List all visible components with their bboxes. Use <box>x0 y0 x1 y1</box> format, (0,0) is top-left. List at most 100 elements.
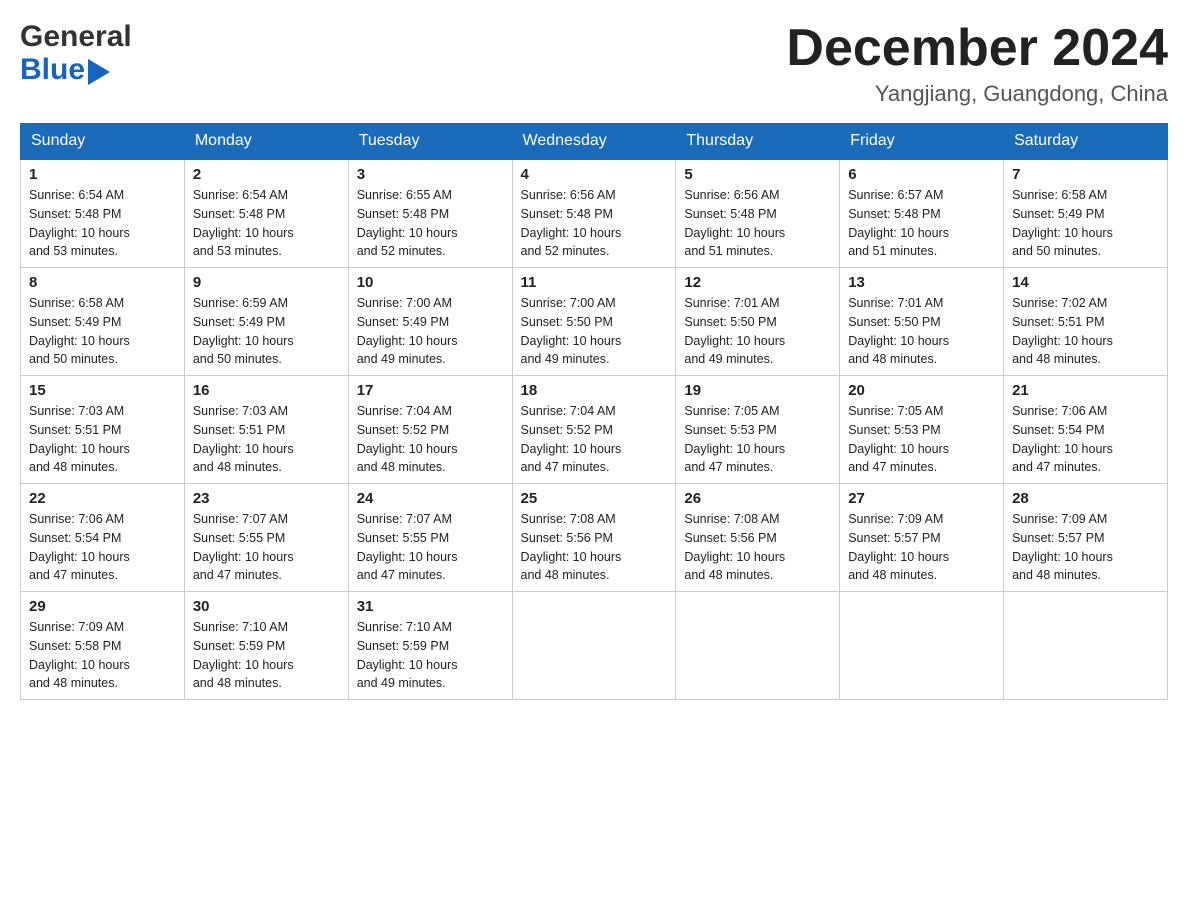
calendar-cell: 29Sunrise: 7:09 AM Sunset: 5:58 PM Dayli… <box>21 592 185 700</box>
day-info: Sunrise: 6:58 AM Sunset: 5:49 PM Dayligh… <box>1012 186 1159 261</box>
calendar-cell: 22 Sunrise: 7:06 AM Sunset: 5:54 PM Dayli… <box>21 484 185 592</box>
day-number: 28 <box>1012 490 1159 507</box>
day-number: 31 <box>357 598 504 615</box>
day-info: Sunrise: 7:08 AM Sunset: 5:56 PM Dayligh… <box>521 510 668 585</box>
day-info: Sunrise: 7:01 AM Sunset: 5:50 PM Dayligh… <box>848 294 995 369</box>
month-title: December 2024 <box>786 20 1168 77</box>
day-number: 15 <box>29 382 176 399</box>
calendar-cell: 6Sunrise: 6:57 AM Sunset: 5:48 PM Daylig… <box>840 159 1004 268</box>
day-number: 7 <box>1012 166 1159 183</box>
calendar-cell: 11 Sunrise: 7:00 AM Sunset: 5:50 PM Dayli… <box>512 268 676 376</box>
calendar-cell: 19 Sunrise: 7:05 AM Sunset: 5:53 PM Dayli… <box>676 376 840 484</box>
day-info: Sunrise: 7:09 AM Sunset: 5:57 PM Dayligh… <box>1012 510 1159 585</box>
calendar-cell: 2 Sunrise: 6:54 AM Sunset: 5:48 PM Daylig… <box>184 159 348 268</box>
day-info: Sunrise: 7:01 AM Sunset: 5:50 PM Dayligh… <box>684 294 831 369</box>
day-number: 23 <box>193 490 340 507</box>
day-number: 2 <box>193 166 340 183</box>
title-section: December 2024 Yangjiang, Guangdong, Chin… <box>786 20 1168 107</box>
day-info: Sunrise: 6:56 AM Sunset: 5:48 PM Dayligh… <box>521 186 668 261</box>
calendar-cell: 20 Sunrise: 7:05 AM Sunset: 5:53 PM Dayli… <box>840 376 1004 484</box>
day-info: Sunrise: 7:07 AM Sunset: 5:55 PM Dayligh… <box>193 510 340 585</box>
day-info: Sunrise: 7:09 AM Sunset: 5:58 PM Dayligh… <box>29 618 176 693</box>
calendar-header-thursday: Thursday <box>676 124 840 160</box>
calendar-cell: 27 Sunrise: 7:09 AM Sunset: 5:57 PM Dayli… <box>840 484 1004 592</box>
day-number: 27 <box>848 490 995 507</box>
day-number: 25 <box>521 490 668 507</box>
calendar-header-tuesday: Tuesday <box>348 124 512 160</box>
calendar-cell: 30Sunrise: 7:10 AM Sunset: 5:59 PM Dayli… <box>184 592 348 700</box>
calendar-header-monday: Monday <box>184 124 348 160</box>
day-number: 4 <box>521 166 668 183</box>
logo-text: General Blue <box>20 20 132 86</box>
calendar-cell: 26 Sunrise: 7:08 AM Sunset: 5:56 PM Dayli… <box>676 484 840 592</box>
calendar-header-friday: Friday <box>840 124 1004 160</box>
calendar-cell: 1Sunrise: 6:54 AM Sunset: 5:48 PM Daylig… <box>21 159 185 268</box>
day-number: 5 <box>684 166 831 183</box>
calendar-cell: 12 Sunrise: 7:01 AM Sunset: 5:50 PM Dayli… <box>676 268 840 376</box>
day-number: 20 <box>848 382 995 399</box>
day-number: 12 <box>684 274 831 291</box>
calendar-cell: 8 Sunrise: 6:58 AM Sunset: 5:49 PM Daylig… <box>21 268 185 376</box>
calendar-cell: 24 Sunrise: 7:07 AM Sunset: 5:55 PM Dayli… <box>348 484 512 592</box>
day-info: Sunrise: 7:00 AM Sunset: 5:49 PM Dayligh… <box>357 294 504 369</box>
day-info: Sunrise: 7:10 AM Sunset: 5:59 PM Dayligh… <box>357 618 504 693</box>
calendar-header-saturday: Saturday <box>1004 124 1168 160</box>
day-number: 8 <box>29 274 176 291</box>
calendar-cell: 25 Sunrise: 7:08 AM Sunset: 5:56 PM Dayli… <box>512 484 676 592</box>
calendar-header-sunday: Sunday <box>21 124 185 160</box>
day-number: 22 <box>29 490 176 507</box>
day-number: 18 <box>521 382 668 399</box>
day-info: Sunrise: 6:56 AM Sunset: 5:48 PM Dayligh… <box>684 186 831 261</box>
day-number: 10 <box>357 274 504 291</box>
day-info: Sunrise: 6:54 AM Sunset: 5:48 PM Dayligh… <box>193 186 340 261</box>
calendar-cell: 4 Sunrise: 6:56 AM Sunset: 5:48 PM Daylig… <box>512 159 676 268</box>
calendar-cell <box>676 592 840 700</box>
day-info: Sunrise: 7:00 AM Sunset: 5:50 PM Dayligh… <box>521 294 668 369</box>
day-info: Sunrise: 7:03 AM Sunset: 5:51 PM Dayligh… <box>29 402 176 477</box>
logo-general: General <box>20 20 132 53</box>
calendar-week-1: 1 Sunrise: 6:54 AM Sunset: 5:48 PM Daylig… <box>21 159 1168 268</box>
calendar-header-row: SundayMondayTuesdayWednesdayThursdayFrid… <box>21 124 1168 160</box>
calendar-week-2: 8 Sunrise: 6:58 AM Sunset: 5:49 PM Daylig… <box>21 268 1168 376</box>
day-info: Sunrise: 6:57 AM Sunset: 5:48 PM Dayligh… <box>848 186 995 261</box>
day-number: 11 <box>521 274 668 291</box>
location: Yangjiang, Guangdong, China <box>786 81 1168 107</box>
day-number: 30 <box>193 598 340 615</box>
calendar-header-wednesday: Wednesday <box>512 124 676 160</box>
calendar-cell: 7 Sunrise: 6:58 AM Sunset: 5:49 PM Daylig… <box>1004 159 1168 268</box>
calendar-cell: 31 Sunrise: 7:10 AM Sunset: 5:59 PM Dayli… <box>348 592 512 700</box>
calendar-cell: 21Sunrise: 7:06 AM Sunset: 5:54 PM Dayli… <box>1004 376 1168 484</box>
day-number: 16 <box>193 382 340 399</box>
day-info: Sunrise: 7:06 AM Sunset: 5:54 PM Dayligh… <box>29 510 176 585</box>
day-number: 1 <box>29 166 176 183</box>
day-info: Sunrise: 7:05 AM Sunset: 5:53 PM Dayligh… <box>848 402 995 477</box>
calendar-cell <box>840 592 1004 700</box>
day-info: Sunrise: 7:09 AM Sunset: 5:57 PM Dayligh… <box>848 510 995 585</box>
day-info: Sunrise: 7:02 AM Sunset: 5:51 PM Dayligh… <box>1012 294 1159 369</box>
calendar-cell: 9Sunrise: 6:59 AM Sunset: 5:49 PM Daylig… <box>184 268 348 376</box>
day-info: Sunrise: 7:08 AM Sunset: 5:56 PM Dayligh… <box>684 510 831 585</box>
day-number: 19 <box>684 382 831 399</box>
day-info: Sunrise: 7:04 AM Sunset: 5:52 PM Dayligh… <box>521 402 668 477</box>
calendar-cell: 18 Sunrise: 7:04 AM Sunset: 5:52 PM Dayli… <box>512 376 676 484</box>
day-info: Sunrise: 6:55 AM Sunset: 5:48 PM Dayligh… <box>357 186 504 261</box>
calendar-cell: 14Sunrise: 7:02 AM Sunset: 5:51 PM Dayli… <box>1004 268 1168 376</box>
day-number: 26 <box>684 490 831 507</box>
day-info: Sunrise: 6:58 AM Sunset: 5:49 PM Dayligh… <box>29 294 176 369</box>
calendar-table: SundayMondayTuesdayWednesdayThursdayFrid… <box>20 123 1168 700</box>
day-info: Sunrise: 7:07 AM Sunset: 5:55 PM Dayligh… <box>357 510 504 585</box>
calendar-cell: 23 Sunrise: 7:07 AM Sunset: 5:55 PM Dayli… <box>184 484 348 592</box>
calendar-cell: 13Sunrise: 7:01 AM Sunset: 5:50 PM Dayli… <box>840 268 1004 376</box>
calendar-cell <box>512 592 676 700</box>
calendar-cell <box>1004 592 1168 700</box>
calendar-cell: 16Sunrise: 7:03 AM Sunset: 5:51 PM Dayli… <box>184 376 348 484</box>
calendar-week-4: 22 Sunrise: 7:06 AM Sunset: 5:54 PM Dayli… <box>21 484 1168 592</box>
day-number: 24 <box>357 490 504 507</box>
day-info: Sunrise: 7:04 AM Sunset: 5:52 PM Dayligh… <box>357 402 504 477</box>
calendar-week-5: 29Sunrise: 7:09 AM Sunset: 5:58 PM Dayli… <box>21 592 1168 700</box>
logo-triangle-icon <box>88 59 110 85</box>
day-number: 21 <box>1012 382 1159 399</box>
calendar-cell: 10 Sunrise: 7:00 AM Sunset: 5:49 PM Dayli… <box>348 268 512 376</box>
day-number: 17 <box>357 382 504 399</box>
day-info: Sunrise: 7:05 AM Sunset: 5:53 PM Dayligh… <box>684 402 831 477</box>
